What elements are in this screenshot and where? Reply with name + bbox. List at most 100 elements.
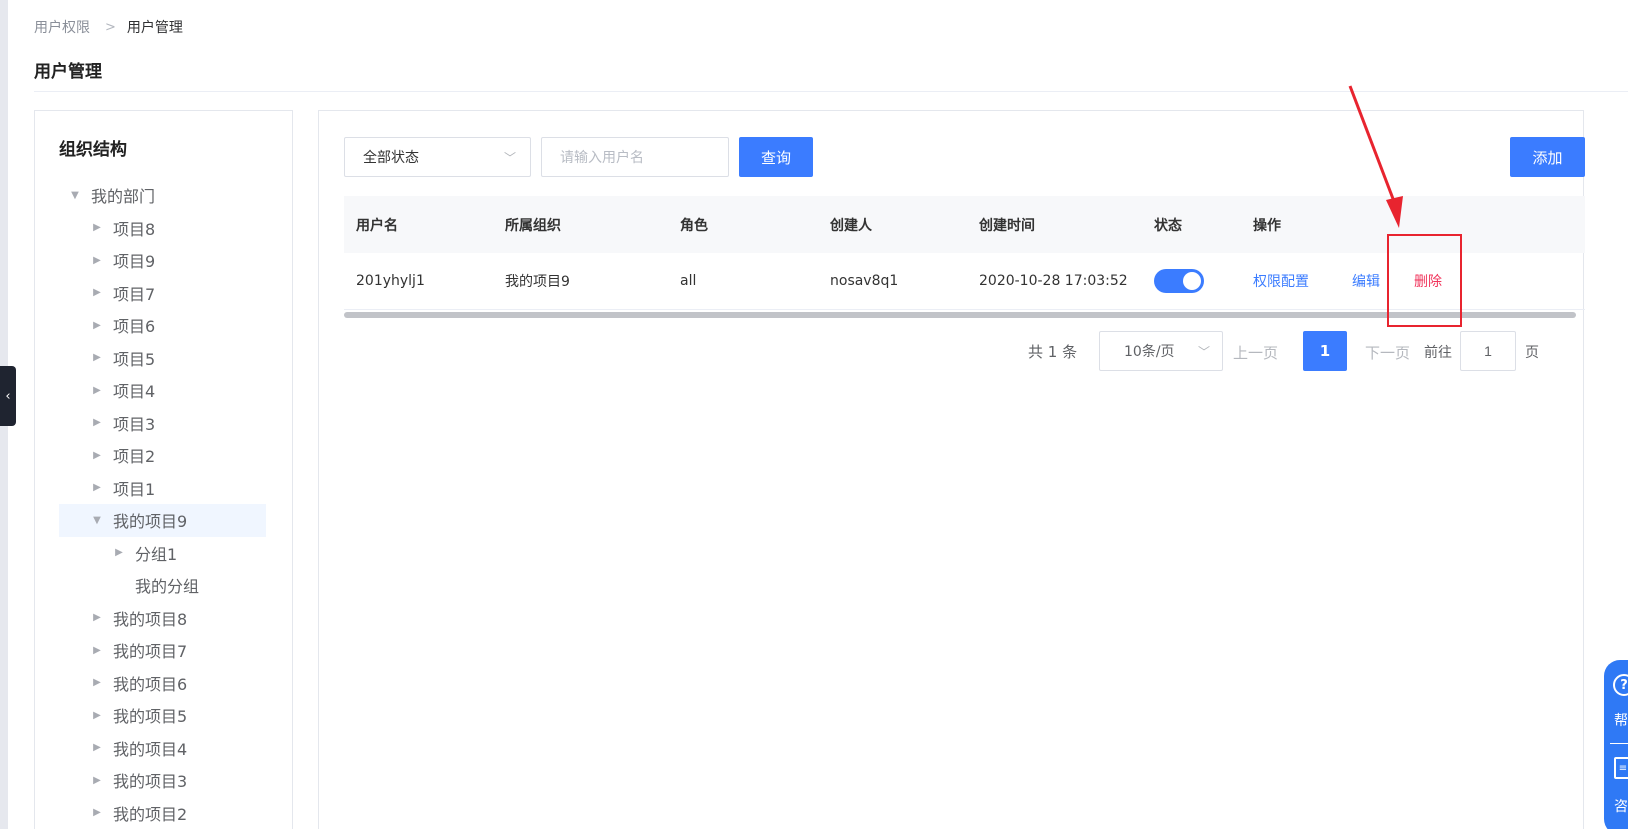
tree-node-label: 我的项目7 [113, 642, 188, 662]
tree-node[interactable]: ▼ 我的部门 [59, 179, 266, 212]
tree-node-label: 我的部门 [91, 187, 156, 207]
org-tree: ▼ 我的部门 ▶ 项目8 ▶ 项目9 ▶ 项目7 ▶ 项目6 ▶ 项目5 ▶ 项目4 ▶ 项目3 ▶ 项目2 ▶ 项目… [59, 179, 266, 829]
caret-down-icon[interactable]: ▼ [69, 190, 81, 201]
cell-role: all [680, 273, 697, 289]
annotation-highlight-box [1387, 234, 1462, 327]
goto-page-suffix: 页 [1525, 345, 1539, 361]
goto-label: 前往 [1424, 345, 1452, 361]
caret-right-icon[interactable]: ▶ [91, 320, 103, 331]
caret-right-icon[interactable]: ▶ [91, 352, 103, 363]
tree-node[interactable]: ▶ 我的项目4 [59, 732, 266, 765]
query-button[interactable]: 查询 [739, 137, 813, 177]
header-username: 用户名 [356, 217, 398, 234]
tree-node[interactable]: ▶ 项目2 [59, 439, 266, 472]
tree-node-label: 我的分组 [135, 577, 200, 597]
header-role: 角色 [680, 217, 708, 234]
status-filter-select[interactable]: 全部状态 ﹀ [344, 137, 531, 177]
help-widget[interactable]: ? 帮 ≡ 咨 [1604, 660, 1628, 829]
org-tree-title: 组织结构 [59, 140, 127, 160]
header-created-time: 创建时间 [979, 217, 1035, 234]
caret-right-icon[interactable]: ▶ [91, 807, 103, 818]
tree-node-label: 项目5 [113, 349, 156, 369]
pagination-total: 共 1 条 [1028, 343, 1078, 361]
tree-node[interactable]: ▶ 分组1 [59, 537, 266, 570]
tree-node-label: 分组1 [135, 544, 178, 564]
prev-page-button[interactable]: 上一页 [1233, 342, 1278, 363]
tree-node-label: 我的项目6 [113, 674, 188, 694]
tree-node[interactable]: ▶ 我的项目3 [59, 764, 266, 797]
next-page-button[interactable]: 下一页 [1365, 342, 1410, 363]
tree-node[interactable]: ▶ 项目6 [59, 309, 266, 342]
caret-right-icon[interactable]: ▶ [91, 417, 103, 428]
caret-right-icon[interactable]: ▶ [91, 255, 103, 266]
tree-node[interactable]: ▶ 我的项目8 [59, 602, 266, 635]
tree-node[interactable]: ▼ 我的项目9 [59, 504, 266, 537]
tree-node[interactable]: ▶ 项目7 [59, 277, 266, 310]
tree-node[interactable]: ▶ 项目1 [59, 472, 266, 505]
tree-node-label: 我的项目2 [113, 804, 188, 824]
header-org: 所属组织 [505, 217, 561, 234]
header-creator: 创建人 [830, 217, 872, 234]
cell-username: 201yhylj1 [356, 273, 425, 289]
tree-node[interactable]: ▶我的分组 [59, 569, 266, 602]
tree-node[interactable]: ▶ 项目3 [59, 407, 266, 440]
caret-down-icon[interactable]: ▼ [91, 515, 103, 526]
tree-node-label: 项目6 [113, 317, 156, 337]
add-user-button[interactable]: 添加 [1510, 137, 1585, 177]
tree-node[interactable]: ▶ 项目5 [59, 342, 266, 375]
tree-node-label: 我的项目5 [113, 707, 188, 727]
toggle-knob [1183, 272, 1201, 290]
org-tree-panel: 组织结构 ▼ 我的部门 ▶ 项目8 ▶ 项目9 ▶ 项目7 ▶ 项目6 ▶ 项目5 ▶ 项目4 ▶ 项目3 ▶ 项… [34, 110, 293, 829]
caret-right-icon[interactable]: ▶ [91, 612, 103, 623]
tree-node[interactable]: ▶ 项目9 [59, 244, 266, 277]
chevron-down-icon: ﹀ [503, 150, 516, 165]
tree-node[interactable]: ▶ 项目8 [59, 212, 266, 245]
tree-node-label: 项目8 [113, 219, 156, 239]
tree-node-label: 项目9 [113, 252, 156, 272]
tree-node[interactable]: ▶ 我的项目6 [59, 667, 266, 700]
caret-right-icon[interactable]: ▶ [91, 710, 103, 721]
page-size-select[interactable]: 10条/页 ﹀ [1099, 331, 1223, 371]
caret-right-icon[interactable]: ▶ [91, 775, 103, 786]
username-search-input[interactable] [541, 137, 729, 177]
caret-right-icon[interactable]: ▶ [91, 645, 103, 656]
tree-node[interactable]: ▶ 我的项目7 [59, 634, 266, 667]
status-toggle-switch[interactable] [1154, 269, 1204, 293]
breadcrumb-separator: > [105, 19, 116, 35]
page-title: 用户管理 [34, 62, 102, 82]
pagination: 共 1 条 10条/页 ﹀ 上一页 1 下一页 前往 页 [319, 331, 1585, 371]
question-circle-icon: ? [1613, 674, 1628, 696]
page-number-current[interactable]: 1 [1303, 331, 1347, 371]
permission-config-link[interactable]: 权限配置 [1253, 271, 1309, 291]
tree-node-label: 我的项目3 [113, 772, 188, 792]
tree-node-label: 项目7 [113, 284, 156, 304]
tree-node-label: 我的项目4 [113, 739, 188, 759]
tree-node-label: 项目4 [113, 382, 156, 402]
cell-org: 我的项目9 [505, 274, 570, 290]
caret-right-icon[interactable]: ▶ [91, 677, 103, 688]
help-label: 帮 [1614, 713, 1628, 729]
header-actions: 操作 [1253, 217, 1281, 234]
edit-link[interactable]: 编辑 [1352, 271, 1380, 291]
caret-right-icon[interactable]: ▶ [91, 450, 103, 461]
caret-right-icon[interactable]: ▶ [91, 742, 103, 753]
caret-right-icon[interactable]: ▶ [113, 547, 125, 558]
caret-right-icon[interactable]: ▶ [91, 385, 103, 396]
tree-node-label: 项目3 [113, 414, 156, 434]
header-status: 状态 [1154, 217, 1182, 234]
sidebar-collapse-toggle[interactable]: ‹ [0, 366, 16, 426]
tree-node[interactable]: ▶ 项目4 [59, 374, 266, 407]
page-size-value: 10条/页 [1124, 344, 1175, 360]
tree-node[interactable]: ▶ 我的项目2 [59, 797, 266, 829]
breadcrumb-parent[interactable]: 用户权限 [34, 17, 90, 37]
help-divider [1610, 743, 1628, 744]
caret-right-icon[interactable]: ▶ [91, 287, 103, 298]
caret-right-icon[interactable]: ▶ [91, 222, 103, 233]
caret-right-icon[interactable]: ▶ [91, 482, 103, 493]
cell-status [1154, 269, 1204, 293]
consult-label: 咨 [1614, 799, 1628, 815]
tree-node-label: 项目2 [113, 447, 156, 467]
tree-node-label: 我的项目8 [113, 609, 188, 629]
tree-node[interactable]: ▶ 我的项目5 [59, 699, 266, 732]
goto-page-input[interactable] [1460, 331, 1516, 371]
